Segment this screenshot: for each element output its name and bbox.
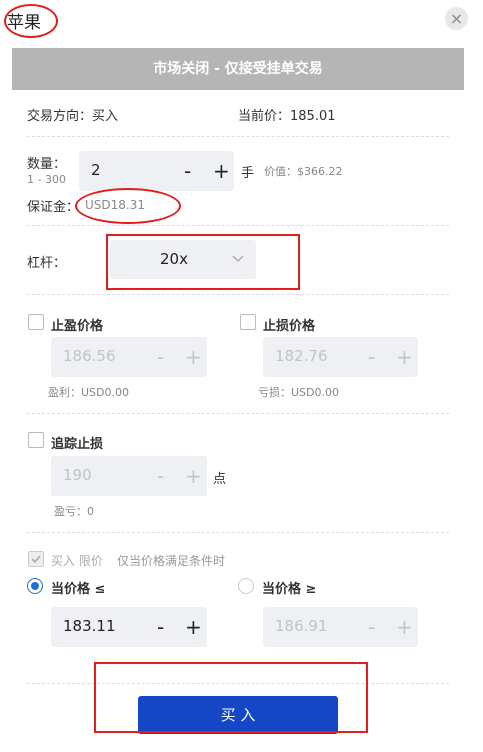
- direction-value: 买入: [92, 109, 119, 124]
- price-above-label: 当价格 ≥: [262, 582, 317, 597]
- take-profit-checkbox[interactable]: [28, 314, 44, 330]
- loss-label: 亏损：: [258, 386, 291, 399]
- stop-loss-amount: 亏损：USD0.00: [258, 384, 339, 400]
- quantity-range: 1 - 300: [27, 173, 66, 186]
- close-icon[interactable]: ×: [445, 7, 468, 30]
- margin-label: 保证金：: [27, 200, 80, 215]
- direction-label: 交易方向：: [27, 109, 93, 124]
- worth-label: 价值：: [264, 165, 297, 178]
- price-above-plus-button[interactable]: +: [396, 615, 413, 639]
- limit-order-hint: 仅当价格满足条件时: [117, 554, 226, 568]
- quantity-label: 数量：: [27, 157, 67, 172]
- take-profit-stepper: 186.56 - +: [51, 337, 207, 377]
- divider: [27, 136, 449, 137]
- quantity-minus-button[interactable]: -: [184, 159, 191, 183]
- price-above-input[interactable]: 186.91: [275, 617, 328, 635]
- stop-loss-stepper: 182.76 - +: [263, 337, 418, 377]
- market-closed-banner: 市场关闭 - 仅接受挂单交易: [12, 48, 464, 90]
- divider: [27, 294, 449, 295]
- check-icon: [31, 555, 41, 564]
- stop-loss-label: 止损价格: [263, 319, 316, 334]
- price-below-plus-button[interactable]: +: [185, 615, 202, 639]
- loss-value: USD0.00: [291, 386, 339, 399]
- take-profit-label: 止盈价格: [51, 319, 104, 334]
- trailing-stop-stepper: 190 - +: [51, 456, 207, 496]
- stop-loss-input[interactable]: 182.76: [275, 347, 328, 365]
- quantity-input[interactable]: 2: [91, 161, 101, 179]
- price-above-radio[interactable]: [238, 578, 254, 594]
- quantity-stepper: 2 - +: [79, 151, 234, 191]
- trailing-stop-input[interactable]: 190: [63, 466, 92, 484]
- trailing-stop-amount: 盈亏：0: [54, 503, 94, 519]
- price-below-stepper: 183.11 - +: [51, 607, 207, 647]
- take-profit-plus-button[interactable]: +: [185, 345, 202, 369]
- stop-loss-plus-button[interactable]: +: [396, 345, 413, 369]
- trailing-stop-label: 追踪止损: [51, 437, 104, 452]
- price-below-input[interactable]: 183.11: [63, 617, 116, 635]
- divider: [27, 413, 449, 414]
- quantity-unit: 手: [241, 166, 255, 181]
- price-above-minus-button[interactable]: -: [368, 615, 375, 639]
- trailing-stop-checkbox[interactable]: [28, 432, 44, 448]
- take-profit-minus-button[interactable]: -: [157, 345, 164, 369]
- price-below-label: 当价格 ≤: [51, 582, 106, 597]
- worth-row: 价值：$366.22: [264, 163, 343, 179]
- price-above-stepper: 186.91 - +: [263, 607, 418, 647]
- trailing-stop-unit: 点: [213, 472, 227, 487]
- quantity-plus-button[interactable]: +: [213, 159, 230, 183]
- trailing-stop-minus-button[interactable]: -: [157, 464, 164, 488]
- annotation-circle-margin: [75, 188, 181, 224]
- price-below-radio[interactable]: [27, 578, 43, 594]
- profit-value: USD0.00: [81, 386, 129, 399]
- stop-loss-minus-button[interactable]: -: [368, 345, 375, 369]
- annotation-circle-title: [4, 4, 58, 38]
- trailing-stop-plus-button[interactable]: +: [185, 464, 202, 488]
- annotation-rect-leverage: [106, 234, 300, 290]
- limit-order-label: 买入 限价: [51, 554, 103, 568]
- price-below-minus-button[interactable]: -: [157, 615, 164, 639]
- limit-order-checkbox[interactable]: [28, 551, 44, 567]
- worth-value: $366.22: [297, 165, 343, 178]
- profit-label: 盈利：: [48, 386, 81, 399]
- annotation-rect-buy: [94, 662, 368, 733]
- divider: [27, 532, 449, 533]
- leverage-label: 杠杆：: [27, 256, 67, 271]
- pnl-label: 盈亏：: [54, 505, 87, 518]
- pnl-value: 0: [87, 505, 94, 518]
- divider: [27, 225, 449, 226]
- price-row: 当前价：185.01: [238, 105, 336, 124]
- current-price-value: 185.01: [290, 109, 336, 124]
- take-profit-input[interactable]: 186.56: [63, 347, 116, 365]
- direction-row: 交易方向：买入: [27, 105, 118, 124]
- current-price-label: 当前价：: [238, 109, 291, 124]
- stop-loss-checkbox[interactable]: [240, 314, 256, 330]
- take-profit-amount: 盈利：USD0.00: [48, 384, 129, 400]
